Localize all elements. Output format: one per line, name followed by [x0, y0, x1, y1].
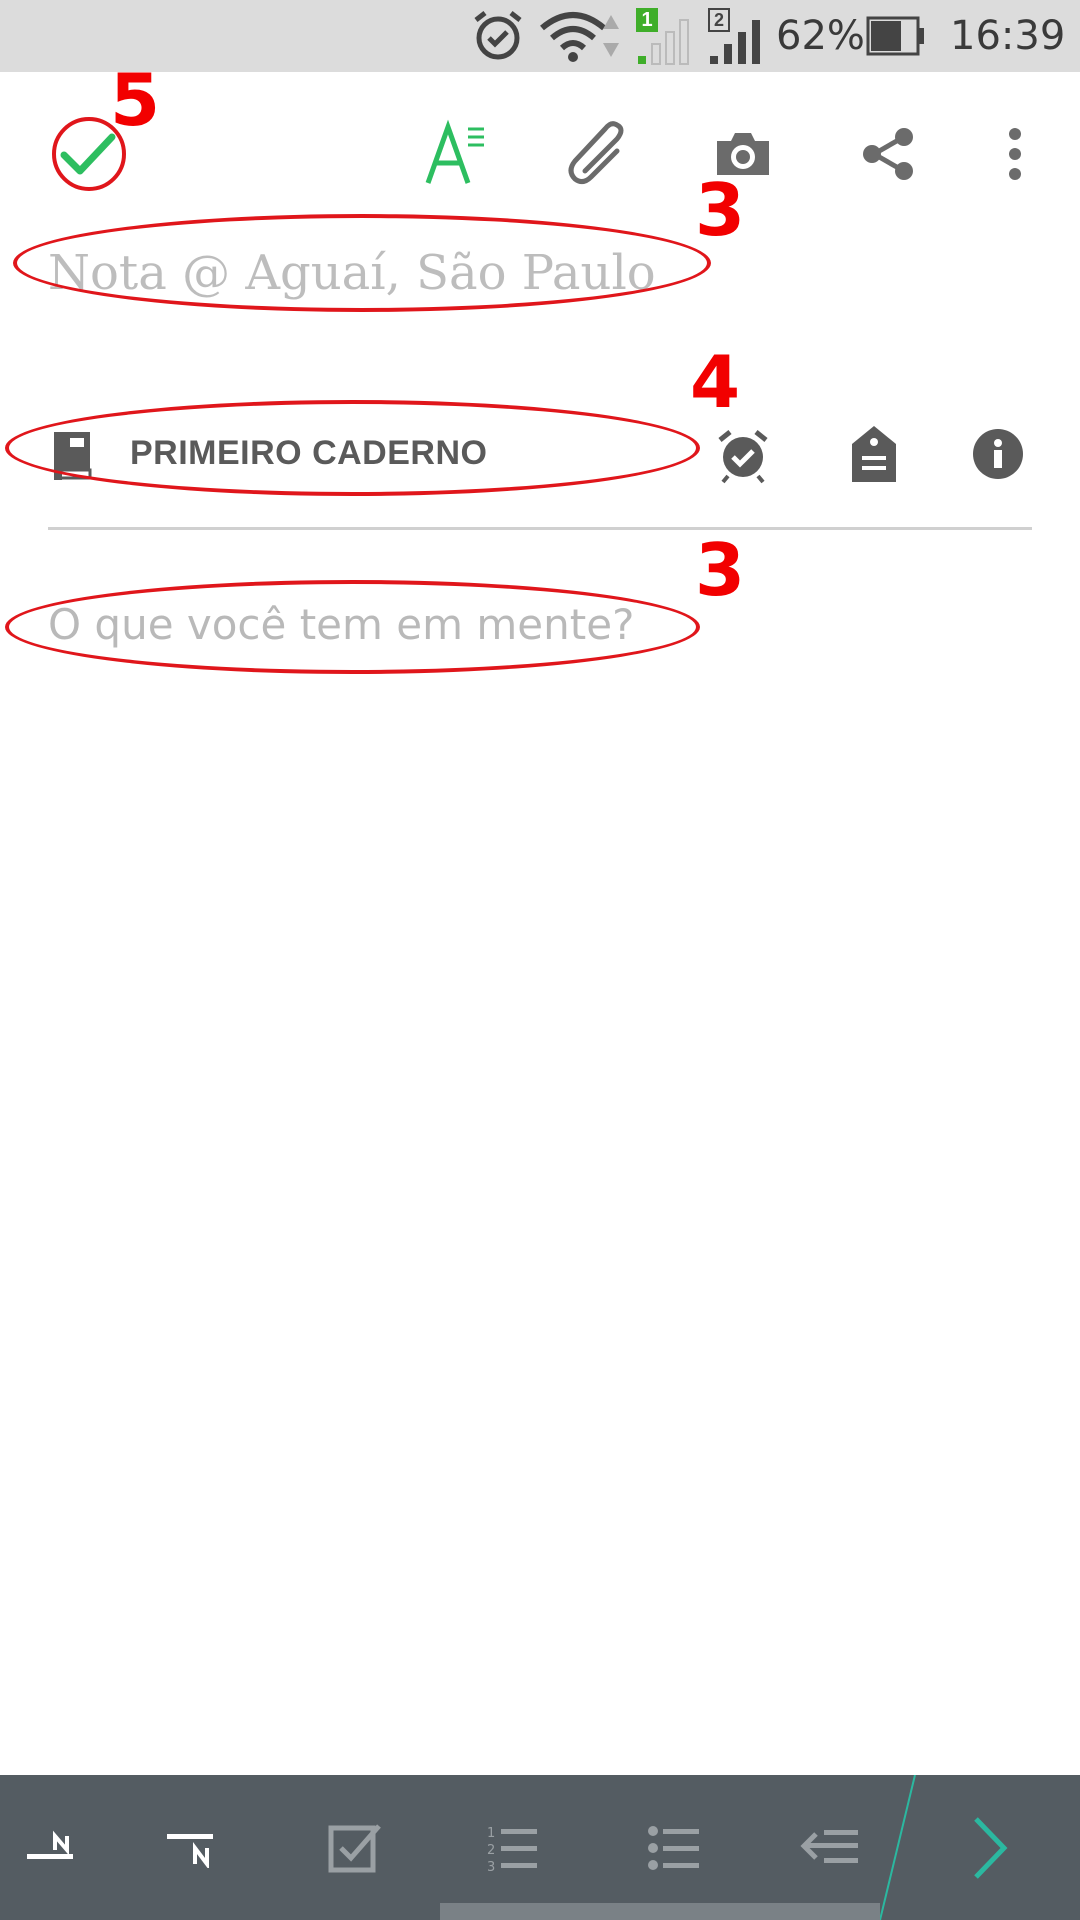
text-format-icon — [425, 119, 484, 184]
format-toolbar: 1 2 3 — [0, 1775, 1080, 1920]
signal-sim1-icon: 1 — [636, 0, 692, 72]
text-format-button[interactable] — [410, 109, 500, 199]
attachment-icon — [568, 121, 624, 185]
numbered-list-icon: 1 2 3 — [487, 1826, 537, 1873]
annotation-number-body: 3 — [695, 528, 746, 612]
bulleted-list-button[interactable] — [625, 1775, 725, 1920]
format-toolbar-scrollbar[interactable] — [440, 1903, 880, 1920]
annotation-number-done: 5 — [110, 58, 161, 142]
divider — [48, 527, 1032, 530]
subscript-button[interactable] — [140, 1775, 240, 1920]
battery-icon — [866, 0, 926, 72]
signal-sim2-icon: 2 — [708, 0, 764, 72]
superscript-button[interactable] — [0, 1775, 100, 1920]
note-toolbar — [0, 72, 1080, 242]
bulleted-list-icon — [648, 1825, 699, 1870]
more-options-button[interactable] — [970, 109, 1060, 199]
outdent-icon — [800, 1829, 858, 1863]
info-button[interactable] — [972, 428, 1024, 485]
annotation-number-title: 3 — [695, 168, 746, 252]
wifi-icon — [538, 0, 608, 72]
clock: 16:39 — [950, 13, 1066, 59]
tag-icon — [852, 426, 896, 482]
annotation-ellipse-title — [13, 214, 711, 312]
annotation-ellipse-body — [5, 580, 700, 674]
attachment-button[interactable] — [555, 109, 645, 199]
status-bar: 1 2 62% 16:39 — [0, 0, 1080, 72]
format-bar-separator — [879, 1775, 916, 1920]
svg-text:1: 1 — [487, 1826, 495, 1841]
data-arrows-icon — [602, 0, 620, 72]
svg-text:2: 2 — [487, 1843, 495, 1858]
subscript-icon — [167, 1833, 213, 1868]
share-button[interactable] — [843, 109, 933, 199]
annotation-number-notebook: 4 — [690, 340, 741, 424]
annotation-ellipse-notebook — [5, 400, 700, 496]
superscript-icon — [27, 1830, 73, 1859]
battery-percent: 62% — [776, 13, 865, 59]
more-vert-icon — [1009, 128, 1021, 180]
expand-next-button[interactable] — [940, 1775, 1040, 1920]
checkbox-button[interactable] — [305, 1775, 405, 1920]
svg-text:3: 3 — [487, 1860, 495, 1873]
numbered-list-button[interactable]: 1 2 3 — [463, 1775, 563, 1920]
reminder-button[interactable] — [714, 426, 772, 489]
info-icon — [973, 429, 1023, 479]
alarm-icon — [470, 0, 526, 72]
tag-button[interactable] — [850, 424, 898, 489]
reminder-icon — [718, 430, 768, 484]
checkbox-icon — [328, 1823, 381, 1872]
share-icon — [863, 128, 913, 180]
outdent-button[interactable] — [780, 1775, 880, 1920]
expand-next-icon — [974, 1816, 1008, 1879]
